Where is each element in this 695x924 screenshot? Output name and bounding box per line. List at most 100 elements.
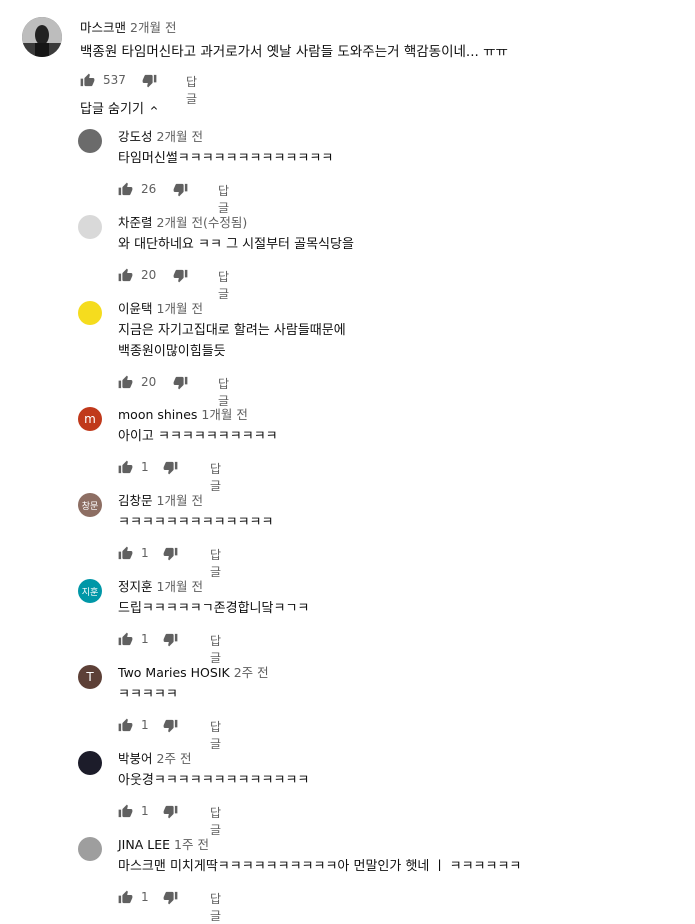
reply-text-line: 아웃경ㅋㅋㅋㅋㅋㅋㅋㅋㅋㅋㅋㅋㅋ	[118, 773, 310, 788]
thumbs-down-icon[interactable]	[163, 632, 178, 647]
reply-author-line: 김창문 1개월 전	[118, 490, 203, 509]
reply-text-line: 아이고 ㅋㅋㅋㅋㅋㅋㅋㅋㅋㅋ	[118, 429, 278, 444]
avatar-initials: T	[86, 670, 94, 684]
thumbs-down-icon[interactable]	[163, 546, 178, 561]
reply-author[interactable]: 김창문	[118, 493, 153, 508]
like-count: 537	[103, 73, 126, 87]
thumbs-up-icon[interactable]	[80, 73, 95, 88]
reply-time[interactable]: 2개월 전	[157, 129, 203, 144]
reply-button[interactable]: 답글	[218, 182, 229, 216]
thumbs-up-icon[interactable]	[118, 460, 133, 475]
reply-author[interactable]: 박붕어	[118, 751, 153, 766]
reply-author[interactable]: JINA LEE	[118, 837, 170, 852]
avatar[interactable]: m	[78, 407, 102, 431]
hide-replies-button[interactable]: 답글 숨기기	[80, 98, 160, 117]
thumbs-up-icon[interactable]	[118, 718, 133, 733]
thumbs-up-icon[interactable]	[118, 890, 133, 905]
like-count: 26	[141, 182, 157, 196]
avatar-initials: 창문	[81, 501, 99, 512]
avatar[interactable]	[78, 837, 102, 861]
thumbs-up-icon[interactable]	[118, 268, 133, 283]
reply-button[interactable]: 답글	[210, 804, 221, 838]
top-comment: 마스크맨 2개월 전 백종원 타임머신타고 과거로가서 옛날 사람들 도와주는거 …	[22, 14, 682, 106]
like-count: 1	[141, 890, 149, 904]
reply-author[interactable]: 강도성	[118, 129, 153, 144]
reply-text: ㅋㅋㅋㅋㅋ	[118, 684, 178, 705]
reply-author[interactable]: 차준렬	[118, 215, 153, 230]
reply-text: 마스크맨 미치게딱ㅋㅋㅋㅋㅋㅋㅋㅋㅋㅋ아 먼말인가 햇네 ㅣ ㅋㅋㅋㅋㅋㅋ	[118, 856, 521, 877]
thumbs-down-icon[interactable]	[173, 182, 188, 197]
reply-button[interactable]: 답글	[210, 460, 221, 494]
thumbs-down-icon[interactable]	[173, 375, 188, 390]
thumbs-down-icon[interactable]	[173, 268, 188, 283]
like-count: 20	[141, 375, 157, 389]
reply-author[interactable]: moon shines	[118, 407, 197, 422]
thumbs-down-icon[interactable]	[163, 890, 178, 905]
reply-author-line: 정지훈 1개월 전	[118, 576, 203, 595]
thumbs-down-icon[interactable]	[163, 460, 178, 475]
reply-text-line: ㅋㅋㅋㅋㅋ	[118, 687, 178, 702]
reply-text: 아이고 ㅋㅋㅋㅋㅋㅋㅋㅋㅋㅋ	[118, 426, 278, 447]
comment-text: 백종원 타임머신타고 과거로가서 옛날 사람들 도와주는거 핵감동이네... ㅠ…	[80, 44, 508, 60]
thumbs-up-icon[interactable]	[118, 182, 133, 197]
reply-text: ㅋㅋㅋㅋㅋㅋㅋㅋㅋㅋㅋㅋㅋ	[118, 512, 273, 533]
chevron-up-icon	[150, 105, 157, 110]
like-count: 1	[141, 718, 149, 732]
reply-text-line: 타임머신썰ㅋㅋㅋㅋㅋㅋㅋㅋㅋㅋㅋㅋㅋ	[118, 151, 334, 166]
reply-author[interactable]: 이윤택	[118, 301, 153, 316]
reply-time[interactable]: 1개월 전	[157, 579, 203, 594]
thumbs-up-icon[interactable]	[118, 375, 133, 390]
comment-author[interactable]: 마스크맨	[80, 20, 126, 35]
reply-button[interactable]: 답글	[210, 546, 221, 580]
avatar[interactable]	[78, 301, 102, 325]
reply-button[interactable]: 답글	[218, 268, 229, 302]
avatar[interactable]: 지훈	[78, 579, 102, 603]
reply-time[interactable]: 2개월 전(수정됨)	[157, 215, 248, 230]
reply-text-line: 지금은 자기고집대로 할려는 사람들때문에	[118, 323, 346, 338]
reply-button[interactable]: 답글	[210, 632, 221, 666]
reply-time[interactable]: 1개월 전	[157, 301, 203, 316]
avatar[interactable]: T	[78, 665, 102, 689]
thumbs-down-icon[interactable]	[163, 804, 178, 819]
reply-author[interactable]: 정지훈	[118, 579, 153, 594]
avatar[interactable]	[78, 129, 102, 153]
avatar[interactable]	[78, 215, 102, 239]
reply-author-line: 이윤택 1개월 전	[118, 298, 203, 317]
reply-text-line: 백종원이많이힘들듯	[118, 344, 226, 359]
reply-author-line: moon shines 1개월 전	[118, 404, 248, 423]
avatar[interactable]	[22, 17, 62, 57]
reply-time[interactable]: 1개월 전	[157, 493, 203, 508]
comment-time[interactable]: 2개월 전	[130, 20, 176, 35]
reply-time[interactable]: 2주 전	[234, 665, 269, 680]
reply-text-line: 와 대단하네요 ㅋㅋ 그 시절부터 골목식당을	[118, 237, 354, 252]
reply-time[interactable]: 1개월 전	[201, 407, 247, 422]
reply-author-line: 박붕어 2주 전	[118, 748, 191, 767]
like-count: 1	[141, 632, 149, 646]
reply-time[interactable]: 1주 전	[174, 837, 209, 852]
thumbs-up-icon[interactable]	[118, 632, 133, 647]
reply-button[interactable]: 답글	[186, 73, 197, 107]
thumbs-up-icon[interactable]	[118, 546, 133, 561]
like-count: 1	[141, 804, 149, 818]
reply-text-line: ㅋㅋㅋㅋㅋㅋㅋㅋㅋㅋㅋㅋㅋ	[118, 515, 274, 530]
reply-author-line: 강도성 2개월 전	[118, 126, 203, 145]
reply-author-line: Two Maries HOSIK 2주 전	[118, 662, 269, 681]
thumbs-down-icon[interactable]	[142, 73, 157, 88]
hide-replies-label: 답글 숨기기	[80, 102, 144, 117]
thumbs-down-icon[interactable]	[163, 718, 178, 733]
reply-author-line: 차준렬 2개월 전(수정됨)	[118, 212, 247, 231]
reply-text-line: 드립ㅋㅋㅋㅋㅋㄱ존경합니닼ㅋㄱㅋ	[118, 601, 310, 616]
reply-text: 타임머신썰ㅋㅋㅋㅋㅋㅋㅋㅋㅋㅋㅋㅋㅋ	[118, 148, 333, 169]
reply-author[interactable]: Two Maries HOSIK	[118, 665, 230, 680]
reply-time[interactable]: 2주 전	[157, 751, 192, 766]
avatar[interactable]: 창문	[78, 493, 102, 517]
thumbs-up-icon[interactable]	[118, 804, 133, 819]
reply-button[interactable]: 답글	[210, 890, 221, 924]
reply-text: 드립ㅋㅋㅋㅋㅋㄱ존경합니닼ㅋㄱㅋ	[118, 598, 309, 619]
avatar-image	[22, 17, 62, 57]
like-count: 1	[141, 546, 149, 560]
reply-text: 지금은 자기고집대로 할려는 사람들때문에백종원이많이힘들듯	[118, 320, 346, 362]
reply-button[interactable]: 답글	[210, 718, 221, 752]
avatar[interactable]	[78, 751, 102, 775]
reply-text: 와 대단하네요 ㅋㅋ 그 시절부터 골목식당을	[118, 234, 354, 255]
